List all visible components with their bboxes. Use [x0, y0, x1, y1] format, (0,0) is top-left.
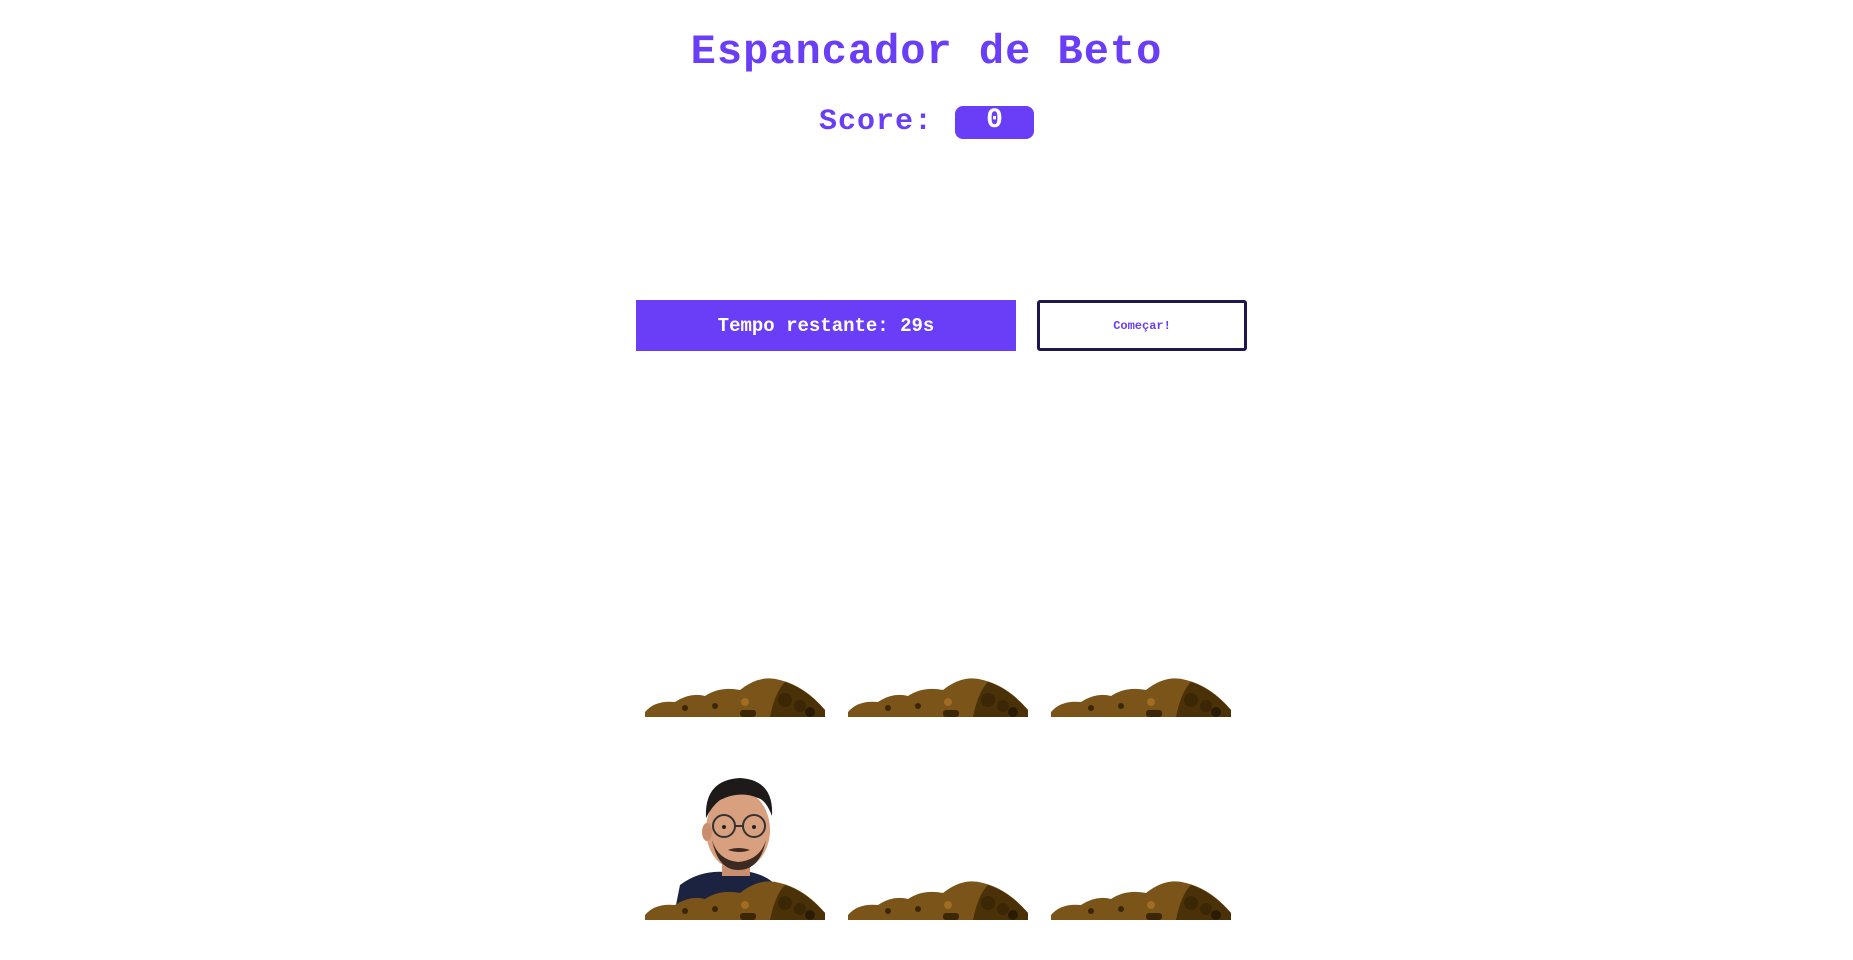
hole-5[interactable]	[848, 720, 1028, 920]
game-title: Espancador de Beto	[690, 28, 1163, 76]
start-button[interactable]: Começar!	[1037, 300, 1247, 351]
score-row: Score: 0	[0, 105, 1853, 139]
time-remaining-display: Tempo restante: 29s	[636, 300, 1016, 351]
dirt-mound-icon	[645, 678, 825, 717]
score-label: Score:	[818, 105, 934, 139]
hole-6[interactable]	[1051, 720, 1231, 920]
hole-4[interactable]	[645, 720, 825, 920]
hole-2[interactable]	[848, 517, 1028, 717]
dirt-mound-icon	[848, 881, 1028, 920]
score-value: 0	[955, 105, 1035, 139]
dirt-mound-icon	[1051, 881, 1231, 920]
hole-3[interactable]	[1051, 517, 1231, 717]
dirt-mound-icon	[848, 678, 1028, 717]
dirt-mound-icon	[1051, 678, 1231, 717]
hole-1[interactable]	[645, 517, 825, 717]
dirt-mound-icon	[645, 881, 825, 920]
